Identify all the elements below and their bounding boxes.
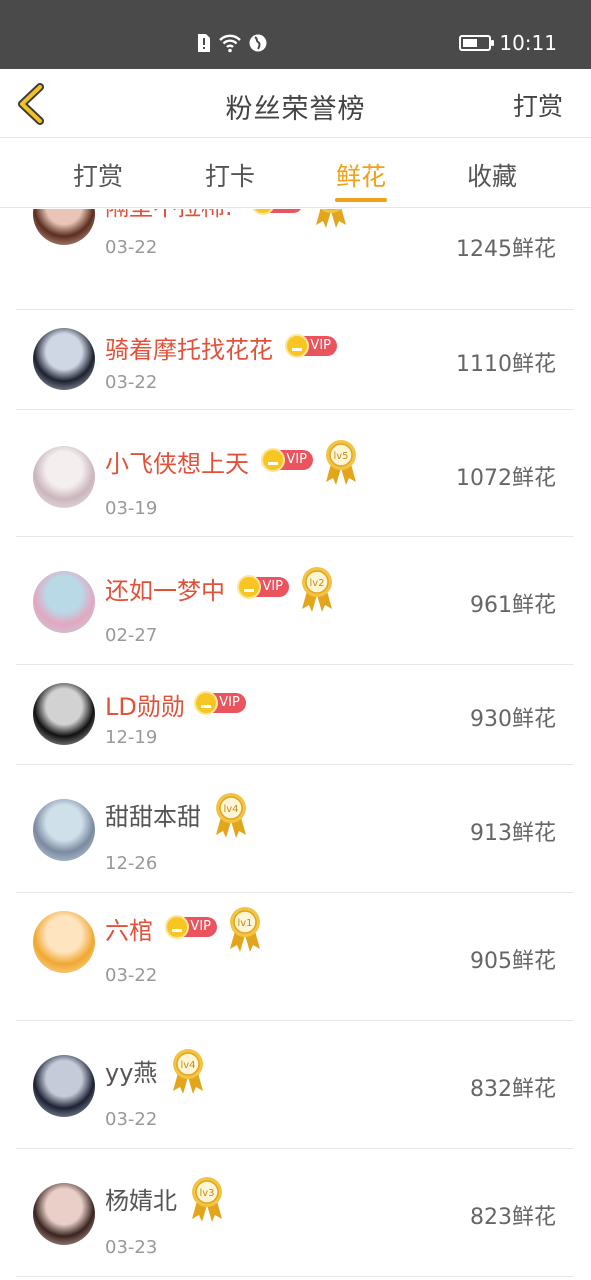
- status-right: 10:11: [459, 31, 557, 55]
- fan-ranking-list: 隔壁不拉稀. VIP lv3 03-22 1245鲜花骑着摩托找花花 VIP 03-22 11…: [0, 209, 591, 1280]
- vip-badge: VIP: [261, 448, 313, 472]
- flower-count: 905鲜花: [470, 949, 556, 974]
- list-item[interactable]: 还如一梦中 VIP lv2 02-27 961鲜花: [16, 537, 574, 665]
- crown-icon: [193, 691, 218, 715]
- user-name[interactable]: 骑着摩托找花花: [105, 330, 273, 365]
- flower-count: 913鲜花: [470, 821, 556, 846]
- tab-reward[interactable]: 打赏: [58, 157, 138, 193]
- globe-icon: [249, 34, 267, 52]
- list-item[interactable]: LD勋勋 VIP 12-19 930鲜花: [16, 665, 574, 765]
- svg-text:lv1: lv1: [237, 918, 252, 929]
- status-icons: [196, 33, 268, 53]
- date-label: 03-22: [105, 1109, 158, 1130]
- level-medal-icon: lv5: [323, 438, 359, 486]
- user-name[interactable]: LD勋勋: [105, 687, 185, 722]
- date-label: 12-19: [105, 727, 158, 748]
- avatar[interactable]: [33, 446, 95, 508]
- user-name[interactable]: 还如一梦中: [105, 571, 225, 606]
- level-medal-icon: lv3: [313, 209, 349, 229]
- flower-count: 1245鲜花: [456, 236, 556, 262]
- flower-count: 823鲜花: [470, 1205, 556, 1230]
- svg-text:lv5: lv5: [333, 451, 348, 462]
- date-label: 03-22: [105, 965, 158, 986]
- flower-count: 961鲜花: [470, 593, 556, 618]
- list-item[interactable]: yy燕 lv4 03-22 832鲜花: [16, 1021, 574, 1149]
- sim-alert-icon: [198, 34, 210, 52]
- avatar[interactable]: [33, 571, 95, 633]
- crown-icon: [237, 575, 261, 599]
- avatar[interactable]: [33, 1055, 95, 1117]
- flower-count: 930鲜花: [470, 707, 556, 732]
- flower-count: 832鲜花: [470, 1077, 556, 1102]
- user-name[interactable]: 甜甜本甜: [105, 797, 201, 832]
- user-name[interactable]: 隔壁不拉稀.: [105, 209, 233, 222]
- avatar[interactable]: [33, 911, 95, 973]
- tab-flowers[interactable]: 鲜花: [321, 157, 401, 193]
- reward-button[interactable]: 打赏: [513, 87, 563, 123]
- avatar[interactable]: [33, 209, 95, 245]
- date-label: 03-22: [105, 237, 158, 258]
- avatar[interactable]: [33, 1183, 95, 1245]
- page-title: 粉丝荣誉榜: [225, 94, 366, 125]
- active-tab-indicator: [335, 198, 387, 202]
- tab-checkin[interactable]: 打卡: [190, 157, 270, 193]
- list-item[interactable]: 隔壁不拉稀. VIP lv3 03-22 1245鲜花: [16, 209, 574, 310]
- date-label: 02-27: [105, 625, 158, 646]
- vip-badge: VIP: [193, 691, 246, 715]
- level-medal-icon: lv4: [213, 791, 249, 839]
- status-time: 10:11: [499, 31, 557, 55]
- list-item[interactable]: 甜甜本甜 lv4 12-26 913鲜花: [16, 765, 574, 893]
- flower-count: 1110鲜花: [456, 352, 556, 377]
- tab-bar: 打赏 打卡 鲜花 收藏: [0, 139, 591, 208]
- crown-icon: [285, 334, 309, 358]
- battery-icon: [459, 35, 495, 51]
- vip-badge: VIP: [237, 575, 289, 599]
- date-label: 03-22: [105, 372, 158, 393]
- header: 粉丝荣誉榜 打赏: [0, 69, 591, 138]
- level-medal-icon: lv3: [189, 1175, 225, 1223]
- tab-favorites[interactable]: 收藏: [452, 157, 532, 193]
- list-item[interactable]: 骑着摩托找花花 VIP 03-22 1110鲜花: [16, 310, 574, 410]
- user-name[interactable]: 六棺: [105, 911, 153, 946]
- level-medal-icon: lv1: [227, 905, 263, 953]
- crown-icon: [165, 915, 189, 939]
- vip-badge: VIP: [165, 915, 217, 939]
- list-item[interactable]: 小飞侠想上天 VIP lv5 03-19 1072鲜花: [16, 410, 574, 537]
- user-name[interactable]: 杨婧北: [105, 1181, 177, 1216]
- user-name[interactable]: 小飞侠想上天: [105, 444, 249, 479]
- svg-text:lv2: lv2: [309, 578, 324, 589]
- user-name[interactable]: yy燕: [105, 1053, 157, 1088]
- status-bar: 10:11: [0, 0, 591, 69]
- vip-badge: VIP: [285, 334, 337, 358]
- date-label: 03-23: [105, 1237, 158, 1258]
- avatar[interactable]: [33, 328, 95, 390]
- svg-text:lv4: lv4: [180, 1060, 195, 1071]
- avatar[interactable]: [33, 799, 95, 861]
- wifi-icon: [219, 34, 241, 53]
- level-medal-icon: lv2: [299, 565, 335, 613]
- flower-count: 1072鲜花: [456, 465, 556, 491]
- list-item[interactable]: 六棺 VIP lv1 03-22 905鲜花: [16, 893, 574, 1021]
- list-item[interactable]: 杨婧北 lv3 03-23 823鲜花: [16, 1149, 574, 1277]
- svg-text:lv3: lv3: [199, 1188, 214, 1199]
- crown-icon: [261, 448, 285, 472]
- level-medal-icon: lv4: [170, 1047, 206, 1095]
- vip-badge: VIP: [251, 209, 304, 215]
- date-label: 03-19: [105, 498, 158, 519]
- avatar[interactable]: [33, 683, 95, 745]
- date-label: 12-26: [105, 853, 158, 874]
- svg-text:lv4: lv4: [223, 804, 238, 815]
